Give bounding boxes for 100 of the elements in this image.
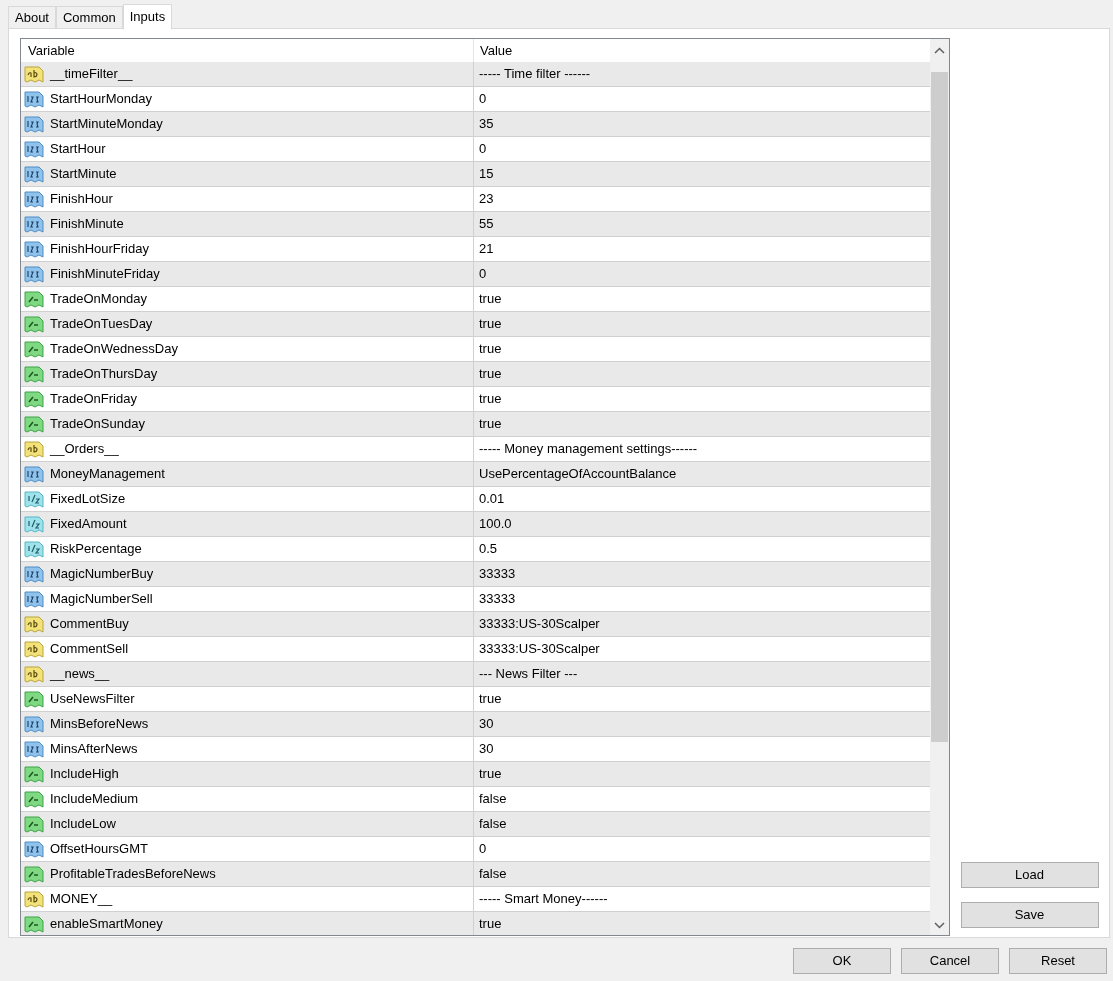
variable-name: IncludeLow bbox=[50, 815, 116, 834]
variable-value[interactable]: true bbox=[479, 414, 502, 434]
variable-value[interactable]: true bbox=[479, 689, 502, 709]
integer-type-icon bbox=[24, 89, 44, 109]
scroll-down-icon[interactable] bbox=[934, 922, 945, 929]
integer-type-icon bbox=[24, 164, 44, 184]
boolean-type-icon bbox=[24, 289, 44, 309]
variable-value[interactable]: 21 bbox=[479, 239, 494, 259]
variable-name: IncludeMedium bbox=[50, 790, 139, 809]
variable-value[interactable]: true bbox=[479, 914, 502, 934]
variable-name: MoneyManagement bbox=[50, 465, 165, 484]
integer-type-icon bbox=[24, 114, 44, 134]
integer-type-icon bbox=[24, 189, 44, 209]
variable-value[interactable]: true bbox=[479, 314, 502, 334]
variable-value[interactable]: 0 bbox=[479, 139, 487, 159]
string-type-icon bbox=[24, 439, 44, 459]
scrollbar[interactable] bbox=[930, 39, 949, 935]
dialog-button[interactable]: Reset bbox=[1009, 948, 1107, 974]
variable-value[interactable]: true bbox=[479, 389, 502, 409]
variable-name: RiskPercentage bbox=[50, 540, 142, 559]
variable-value[interactable]: --- News Filter --- bbox=[479, 664, 578, 684]
variable-value[interactable]: 33333:US-30Scalper bbox=[479, 614, 600, 634]
variable-value[interactable]: false bbox=[479, 789, 507, 809]
variable-name: FixedAmount bbox=[50, 515, 127, 534]
string-type-icon bbox=[24, 639, 44, 659]
variable-name: FixedLotSize bbox=[50, 490, 126, 509]
variable-name: StartMinute bbox=[50, 165, 117, 184]
variable-name: IncludeHigh bbox=[50, 765, 119, 784]
variable-value[interactable]: 33333 bbox=[479, 564, 516, 584]
variable-value[interactable]: 0 bbox=[479, 839, 487, 859]
integer-type-icon bbox=[24, 564, 44, 584]
dialog-button[interactable]: Cancel bbox=[901, 948, 999, 974]
variable-value[interactable]: true bbox=[479, 364, 502, 384]
variable-value[interactable]: 55 bbox=[479, 214, 494, 234]
variable-name: __news__ bbox=[50, 665, 110, 684]
variable-value[interactable]: 23 bbox=[479, 189, 494, 209]
boolean-type-icon bbox=[24, 314, 44, 334]
integer-type-icon bbox=[24, 464, 44, 484]
integer-type-icon bbox=[24, 264, 44, 284]
variable-name: ProfitableTradesBeforeNews bbox=[50, 865, 216, 884]
string-type-icon bbox=[24, 889, 44, 909]
side-button[interactable]: Save bbox=[960, 902, 1099, 928]
variable-value[interactable]: true bbox=[479, 764, 502, 784]
variable-value[interactable]: 0 bbox=[479, 89, 487, 109]
integer-type-icon bbox=[24, 714, 44, 734]
variable-value[interactable]: 0.5 bbox=[479, 539, 498, 559]
string-type-icon bbox=[24, 614, 44, 634]
variable-name: TradeOnTuesDay bbox=[50, 315, 153, 334]
integer-type-icon bbox=[24, 214, 44, 234]
boolean-type-icon bbox=[24, 689, 44, 709]
variable-name: MONEY__ bbox=[50, 890, 113, 909]
decimal-type-icon bbox=[24, 489, 44, 509]
variable-value[interactable]: 33333 bbox=[479, 589, 516, 609]
boolean-type-icon bbox=[24, 789, 44, 809]
decimal-type-icon bbox=[24, 514, 44, 534]
variable-value[interactable]: false bbox=[479, 864, 507, 884]
boolean-type-icon bbox=[24, 814, 44, 834]
variable-value[interactable]: 0.01 bbox=[479, 489, 505, 509]
variable-value[interactable]: false bbox=[479, 814, 507, 834]
variable-value[interactable]: ----- Time filter ------ bbox=[479, 64, 591, 84]
boolean-type-icon bbox=[24, 414, 44, 434]
variable-name: MagicNumberBuy bbox=[50, 565, 154, 584]
variable-name: MinsAfterNews bbox=[50, 740, 138, 759]
integer-type-icon bbox=[24, 589, 44, 609]
variable-value[interactable]: ----- Money management settings------ bbox=[479, 439, 698, 459]
boolean-type-icon bbox=[24, 339, 44, 359]
variable-name: StartHour bbox=[50, 140, 106, 159]
variable-name: StartHourMonday bbox=[50, 90, 152, 109]
boolean-type-icon bbox=[24, 864, 44, 884]
variable-name: TradeOnSunday bbox=[50, 415, 145, 434]
string-type-icon bbox=[24, 64, 44, 84]
variable-value[interactable]: 30 bbox=[479, 739, 494, 759]
variable-value[interactable]: ----- Smart Money------ bbox=[479, 889, 608, 909]
variable-value[interactable]: 0 bbox=[479, 264, 487, 284]
variable-name: MinsBeforeNews bbox=[50, 715, 149, 734]
integer-type-icon bbox=[24, 239, 44, 259]
scrollbar-thumb[interactable] bbox=[931, 72, 948, 742]
dialog-button[interactable]: OK bbox=[793, 948, 891, 974]
variable-value[interactable]: UsePercentageOfAccountBalance bbox=[479, 464, 677, 484]
variable-name: CommentBuy bbox=[50, 615, 129, 634]
variable-value[interactable]: 33333:US-30Scalper bbox=[479, 639, 600, 659]
column-header[interactable]: Value bbox=[474, 39, 930, 62]
string-type-icon bbox=[24, 664, 44, 684]
variable-value[interactable]: true bbox=[479, 289, 502, 309]
integer-type-icon bbox=[24, 839, 44, 859]
scroll-up-icon[interactable] bbox=[934, 47, 945, 54]
variable-name: FinishMinuteFriday bbox=[50, 265, 160, 284]
variable-name: OffsetHoursGMT bbox=[50, 840, 148, 859]
tab[interactable]: About bbox=[8, 6, 56, 29]
variable-name: TradeOnFriday bbox=[50, 390, 137, 409]
variable-value[interactable]: 100.0 bbox=[479, 514, 512, 534]
variable-value[interactable]: 35 bbox=[479, 114, 494, 134]
tab[interactable]: Inputs bbox=[122, 4, 173, 30]
variable-value[interactable]: 15 bbox=[479, 164, 494, 184]
variable-name: StartMinuteMonday bbox=[50, 115, 163, 134]
variable-value[interactable]: 30 bbox=[479, 714, 494, 734]
variable-value[interactable]: true bbox=[479, 339, 502, 359]
side-button[interactable]: Load bbox=[960, 862, 1099, 888]
variable-name: FinishMinute bbox=[50, 215, 124, 234]
variable-name: UseNewsFilter bbox=[50, 690, 135, 709]
